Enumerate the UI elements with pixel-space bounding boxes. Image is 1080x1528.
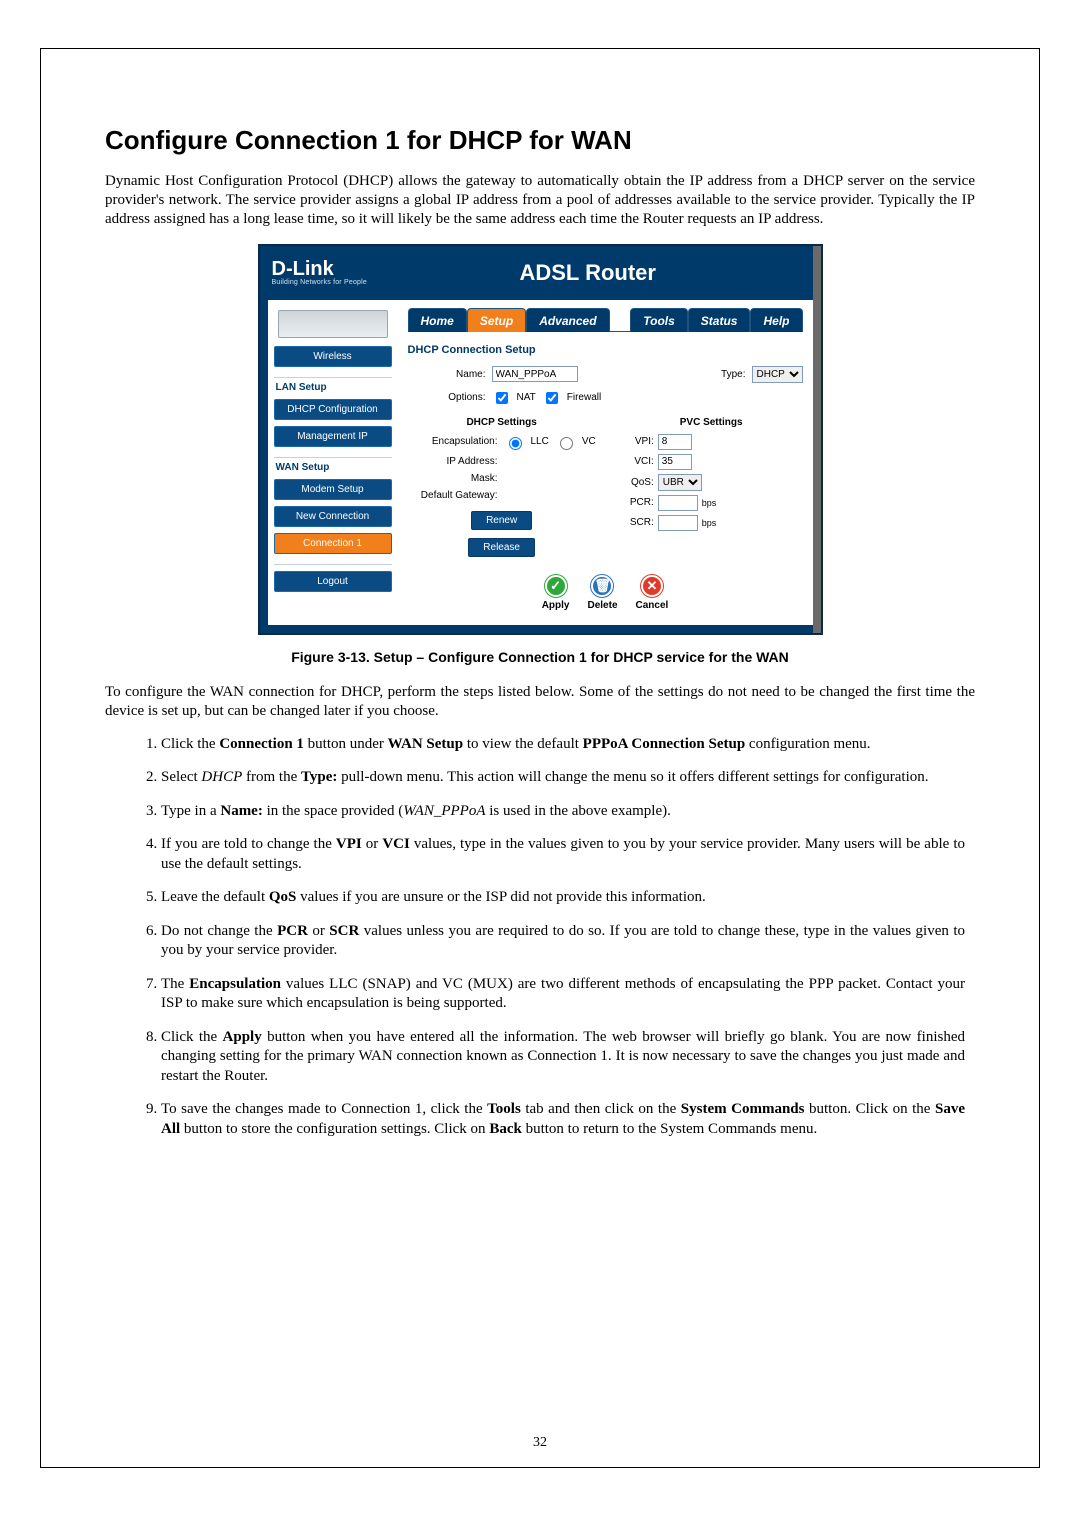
steps-list: Click the Connection 1 button under WAN … [143,735,975,1140]
encap-llc-radio[interactable] [509,437,522,450]
nat-label: NAT [517,392,536,403]
router-title: ADSL Router [367,260,809,286]
dlink-logo: D-Link Building Networks for People [272,259,367,286]
tab-home[interactable]: Home [408,308,467,332]
name-label: Name: [408,369,486,380]
tab-help[interactable]: Help [750,308,802,332]
pcr-label: PCR: [620,497,654,508]
pvc-settings-col: PVC Settings VPI: VCI: QoS: UBR PCR: bps S… [620,415,803,561]
cancel-button[interactable]: ✕ Cancel [636,575,669,611]
step-8: Click the Apply button when you have ent… [161,1028,965,1087]
delete-button[interactable]: 🗑 Delete [587,575,617,611]
firewall-label: Firewall [567,392,601,403]
renew-button[interactable]: Renew [471,511,532,530]
pvc-settings-heading: PVC Settings [620,417,803,428]
scr-suffix: bps [702,518,717,528]
step-5: Leave the default QoS values if you are … [161,888,965,908]
pcr-suffix: bps [702,498,717,508]
apply-button[interactable]: ✓ Apply [542,575,570,611]
router-main: Home Setup Advanced Tools Status Help DH… [398,300,813,625]
ipaddress-label: IP Address: [408,456,498,467]
checkmark-icon: ✓ [545,575,567,597]
encap-vc-label: VC [582,436,596,447]
mask-label: Mask: [408,473,498,484]
screenshot-frame: D-Link Building Networks for People ADSL… [105,244,975,635]
page: { "page": { "title": "Configure Connecti… [40,48,1040,1468]
figure-caption: Figure 3-13. Setup – Configure Connectio… [105,649,975,665]
vci-label: VCI: [620,456,654,467]
dhcp-settings-col: DHCP Settings Encapsulation: LLC VC IP A… [408,415,596,561]
sidebar-divider [274,564,392,565]
release-button[interactable]: Release [468,538,535,557]
vpi-label: VPI: [620,436,654,447]
product-thumbnail [278,310,388,338]
pcr-input[interactable] [658,495,698,511]
step-2: Select DHCP from the Type: pull-down men… [161,768,965,788]
section-title: DHCP Connection Setup [408,344,803,356]
sidebar: Wireless LAN Setup DHCP Configuration Ma… [268,300,398,625]
embedded-router-ui: D-Link Building Networks for People ADSL… [258,244,823,635]
scr-input[interactable] [658,515,698,531]
sidebar-label-wan: WAN Setup [274,457,392,473]
sidebar-item-modem-setup[interactable]: Modem Setup [274,479,392,500]
sidebar-item-dhcp-config[interactable]: DHCP Configuration [274,399,392,420]
step-9: To save the changes made to Connection 1… [161,1100,965,1139]
encapsulation-label: Encapsulation: [408,436,498,447]
vpi-input[interactable] [658,434,692,450]
page-title: Configure Connection 1 for DHCP for WAN [105,125,975,156]
nat-checkbox[interactable] [496,392,508,404]
options-label: Options: [408,392,486,403]
scrollbar[interactable] [813,246,821,633]
sidebar-item-wireless[interactable]: Wireless [274,346,392,367]
step-1: Click the Connection 1 button under WAN … [161,735,965,755]
scr-label: SCR: [620,517,654,528]
type-select[interactable]: DHCP [752,366,803,383]
tab-setup[interactable]: Setup [467,308,526,332]
sidebar-item-management-ip[interactable]: Management IP [274,426,392,447]
tab-bar: Home Setup Advanced Tools Status Help [408,308,803,332]
close-icon: ✕ [641,575,663,597]
step-6: Do not change the PCR or SCR values unle… [161,922,965,961]
encap-vc-radio[interactable] [560,437,573,450]
dhcp-settings-heading: DHCP Settings [408,417,596,428]
default-gateway-label: Default Gateway: [408,490,498,501]
qos-label: QoS: [620,477,654,488]
firewall-checkbox[interactable] [546,392,558,404]
type-label: Type: [721,369,745,380]
qos-select[interactable]: UBR [658,474,702,491]
page-number: 32 [41,1435,1039,1451]
action-row: ✓ Apply 🗑 Delete ✕ Cancel [408,575,803,611]
vci-input[interactable] [658,454,692,470]
sidebar-item-connection1[interactable]: Connection 1 [274,533,392,554]
step-7: The Encapsulation values LLC (SNAP) and … [161,975,965,1014]
intro-paragraph: Dynamic Host Configuration Protocol (DHC… [105,172,975,230]
step-3: Type in a Name: in the space provided (W… [161,802,965,822]
router-header: D-Link Building Networks for People ADSL… [260,246,821,300]
tab-status[interactable]: Status [688,308,751,332]
encap-llc-label: LLC [531,436,549,447]
body-paragraph-2: To configure the WAN connection for DHCP… [105,683,975,721]
tab-tools[interactable]: Tools [630,308,688,332]
step-4: If you are told to change the VPI or VCI… [161,835,965,874]
tab-advanced[interactable]: Advanced [526,308,609,332]
sidebar-item-logout[interactable]: Logout [274,571,392,592]
sidebar-item-new-connection[interactable]: New Connection [274,506,392,527]
sidebar-label-lan: LAN Setup [274,377,392,393]
trash-icon: 🗑 [591,575,613,597]
name-input[interactable] [492,366,578,382]
